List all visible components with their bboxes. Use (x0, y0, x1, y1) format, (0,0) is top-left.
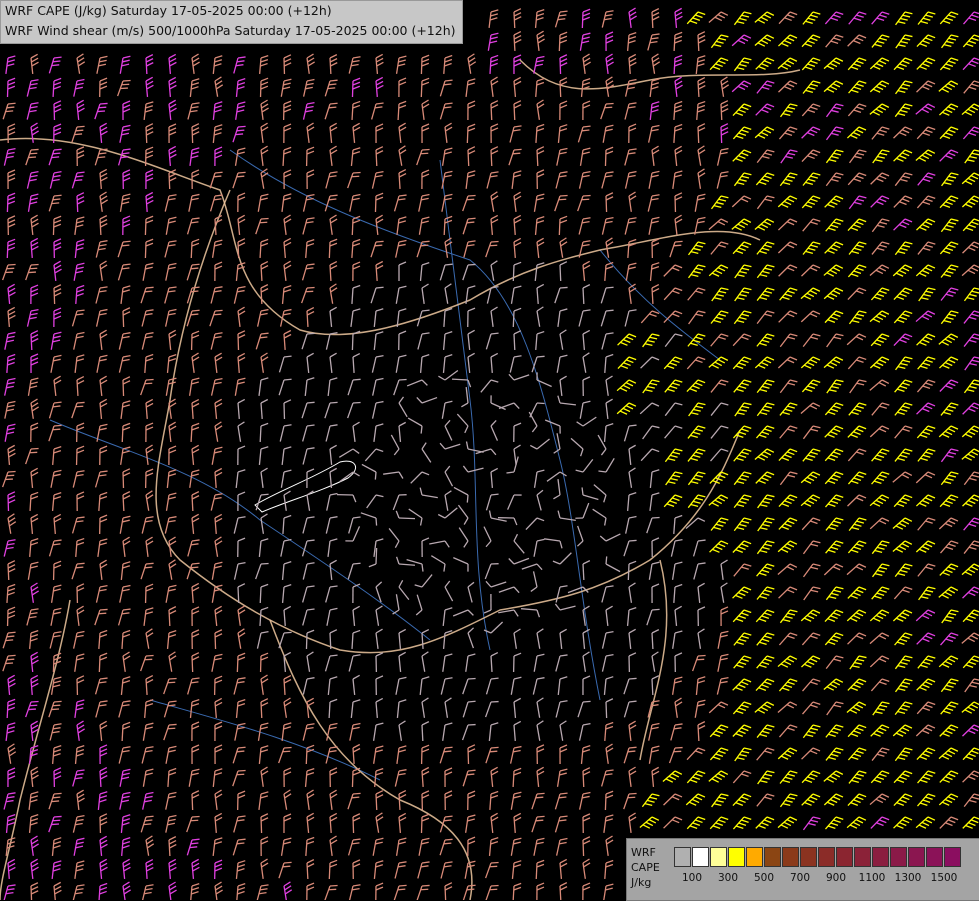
legend-swatch (944, 847, 961, 867)
title-wind-shear: WRF Wind shear (m/s) 500/1000hPa Saturda… (5, 21, 456, 41)
legend-tick-label: 100 (682, 872, 702, 884)
legend-swatch (746, 847, 763, 867)
legend-swatch (710, 847, 727, 867)
legend-tick-label: 900 (826, 872, 846, 884)
legend-swatches (674, 847, 962, 867)
legend-swatch (782, 847, 799, 867)
legend-tick-label: 1300 (895, 872, 922, 884)
legend-swatch (890, 847, 907, 867)
legend-tick-label: 1100 (859, 872, 886, 884)
legend-tick-label: 500 (754, 872, 774, 884)
legend-tick-label: 700 (790, 872, 810, 884)
legend-tick-label: 1500 (931, 872, 958, 884)
legend-label-wrf: WRF (631, 845, 660, 860)
legend-ticks: 100 300 500 700 900 1100 1300 1500 (674, 872, 974, 888)
legend-tick-label: 300 (718, 872, 738, 884)
legend-swatch (908, 847, 925, 867)
legend-label-unit: J/kg (631, 875, 660, 890)
legend-swatch (926, 847, 943, 867)
legend-labels: WRF CAPE J/kg (631, 845, 660, 890)
legend-swatch (674, 847, 691, 867)
legend-swatch (728, 847, 745, 867)
legend-swatch (818, 847, 835, 867)
legend-swatch (854, 847, 871, 867)
legend-swatch (872, 847, 889, 867)
legend-swatch (800, 847, 817, 867)
map-title-box: WRF CAPE (J/kg) Saturday 17-05-2025 00:0… (0, 0, 463, 44)
legend-swatch (836, 847, 853, 867)
weather-map (0, 0, 979, 900)
legend-swatch (692, 847, 709, 867)
cape-legend: WRF CAPE J/kg 100 300 500 700 900 1100 1300 150… (626, 838, 979, 901)
legend-label-cape: CAPE (631, 860, 660, 875)
legend-swatch (764, 847, 781, 867)
title-cape: WRF CAPE (J/kg) Saturday 17-05-2025 00:0… (5, 1, 456, 21)
